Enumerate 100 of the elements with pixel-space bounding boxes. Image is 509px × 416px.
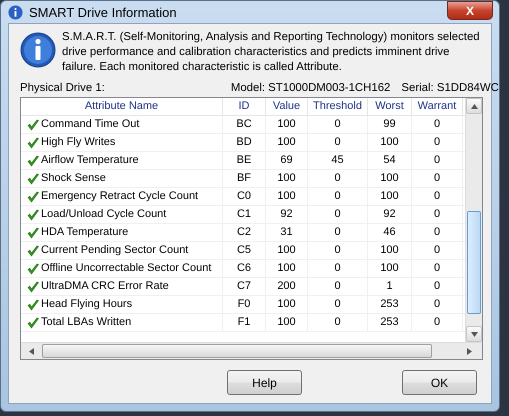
table-cell-text: 0 [434, 279, 440, 294]
table-cell-text: 100 [277, 315, 296, 330]
up-arrow-icon [470, 104, 478, 108]
table-cell-text: 253 [380, 297, 399, 312]
table-cell-text: 100 [277, 243, 296, 258]
check-icon [27, 208, 39, 220]
column-header[interactable]: Attribute Name [21, 98, 223, 115]
column-header[interactable]: Worst [368, 98, 412, 115]
info-icon [20, 32, 56, 68]
table-cell-text: 0 [334, 135, 341, 150]
table-cell-text: 0 [334, 279, 341, 294]
dialog-button[interactable]: Help [227, 370, 302, 395]
table-cell-text: Shock Sense [41, 171, 106, 186]
check-icon [27, 136, 39, 148]
table-cell-text: 54 [383, 153, 396, 168]
table-cell-text: 45 [331, 153, 344, 168]
table-cell-text: 100 [380, 135, 399, 150]
table-cell-text: 0 [434, 207, 440, 222]
check-icon [27, 316, 39, 328]
table-cell-text: 0 [334, 171, 341, 186]
table-cell-text: 0 [334, 117, 341, 132]
table-cell-text: 0 [334, 261, 341, 276]
table-cell-text: 253 [380, 315, 399, 330]
table-cell-text: UltraDMA CRC Error Rate [41, 279, 169, 294]
table-cell-text: 100 [277, 135, 296, 150]
table-cell-text: BC [236, 117, 252, 132]
column-header[interactable]: ID [223, 98, 266, 115]
check-icon [27, 262, 39, 274]
table-cell-text: 0 [434, 297, 440, 312]
table-cell-text: F1 [238, 315, 250, 330]
check-icon [27, 190, 39, 202]
down-arrow-icon [470, 332, 478, 336]
horizontal-scrollbar[interactable] [21, 342, 482, 359]
table-cell-text: 100 [277, 261, 296, 276]
info-icon [8, 4, 23, 20]
table-cell-text: F0 [238, 297, 250, 312]
table-cell-text: 100 [380, 243, 399, 258]
table-cell-text: 92 [280, 207, 293, 222]
table-cell-text: 0 [434, 135, 440, 150]
check-icon [27, 244, 39, 256]
drive-label: Physical Drive 1: [20, 82, 105, 94]
table-cell-text: C7 [236, 279, 252, 294]
table-cell-text: Load/Unload Cycle Count [41, 207, 166, 222]
table-cell-text: 0 [434, 189, 440, 204]
table-cell-text: 0 [434, 261, 440, 276]
table-cell-text: 100 [380, 171, 399, 186]
dialog-button[interactable]: OK [402, 370, 477, 395]
table-cell-text: 0 [334, 225, 341, 240]
check-icon [27, 280, 39, 292]
table-cell-text: C1 [236, 207, 252, 222]
table-cell-text: 100 [380, 189, 399, 204]
table-cell-text: 99 [383, 117, 396, 132]
table-cell-text: 0 [434, 315, 440, 330]
table-cell-text: 92 [383, 207, 396, 222]
table-cell-text: 0 [434, 171, 440, 186]
table-cell-text: 0 [434, 243, 440, 258]
right-arrow-icon [467, 348, 472, 354]
table-cell-text: 1 [386, 279, 393, 294]
table-cell-text: C2 [236, 225, 252, 240]
model-text: Model: ST1000DM003-1CH162 [230, 82, 390, 94]
table-cell-text: 31 [280, 225, 293, 240]
column-header[interactable]: Threshold [308, 98, 368, 115]
table-cell-text: 0 [334, 207, 341, 222]
serial-text: Serial: S1DD84WC [401, 82, 499, 94]
check-icon [27, 226, 39, 238]
table-cell-text: C0 [236, 189, 252, 204]
table-cell-text: 0 [434, 153, 440, 168]
column-header[interactable]: Value [266, 98, 308, 115]
table-cell-text: C6 [236, 261, 252, 276]
table-cell-text: 0 [334, 189, 341, 204]
table-cell-text: Head Flying Hours [41, 297, 132, 312]
check-icon [27, 298, 39, 310]
close-button[interactable]: X [447, 1, 493, 20]
table-cell-text: Emergency Retract Cycle Count [41, 189, 198, 204]
check-icon [27, 172, 39, 184]
table-cell-text: 100 [277, 171, 296, 186]
description-text: S.M.A.R.T. (Self-Monitoring, Analysis and Reporting Technology) monitors selected drive performance and calibration characteristics and predicts imminent drive failure. Each monitored characteristic is called Attribute. [62, 30, 481, 75]
table-cell-text: BF [236, 171, 252, 186]
table-cell-text: 0 [334, 315, 341, 330]
table-cell-text: 100 [380, 261, 399, 276]
table-cell-text: Offline Uncorrectable Sector Count [41, 261, 212, 276]
left-arrow-icon [29, 348, 34, 354]
table-cell-text: High Fly Writes [41, 135, 116, 150]
table-cell-text: BE [236, 153, 252, 168]
table-cell-text: 0 [434, 225, 440, 240]
column-header[interactable]: Warrant [412, 98, 463, 115]
check-icon [27, 118, 39, 130]
table-cell-text: C5 [236, 243, 252, 258]
table-cell-text: 0 [334, 297, 341, 312]
table-cell-text: 69 [280, 153, 293, 168]
table-cell-text: 100 [277, 117, 296, 132]
table-cell-text: Current Pending Sector Count [41, 243, 188, 258]
table-cell-text: 100 [277, 297, 296, 312]
table-cell-text: 0 [434, 117, 440, 132]
table-cell-text: Total LBAs Written [41, 315, 132, 330]
table-cell-text: Airflow Temperature [41, 153, 139, 168]
table-cell-text: HDA Temperature [41, 225, 128, 240]
vertical-scrollbar[interactable] [465, 98, 482, 342]
table-cell-text: 0 [334, 243, 341, 258]
table-cell-text: Command Time Out [41, 117, 140, 132]
